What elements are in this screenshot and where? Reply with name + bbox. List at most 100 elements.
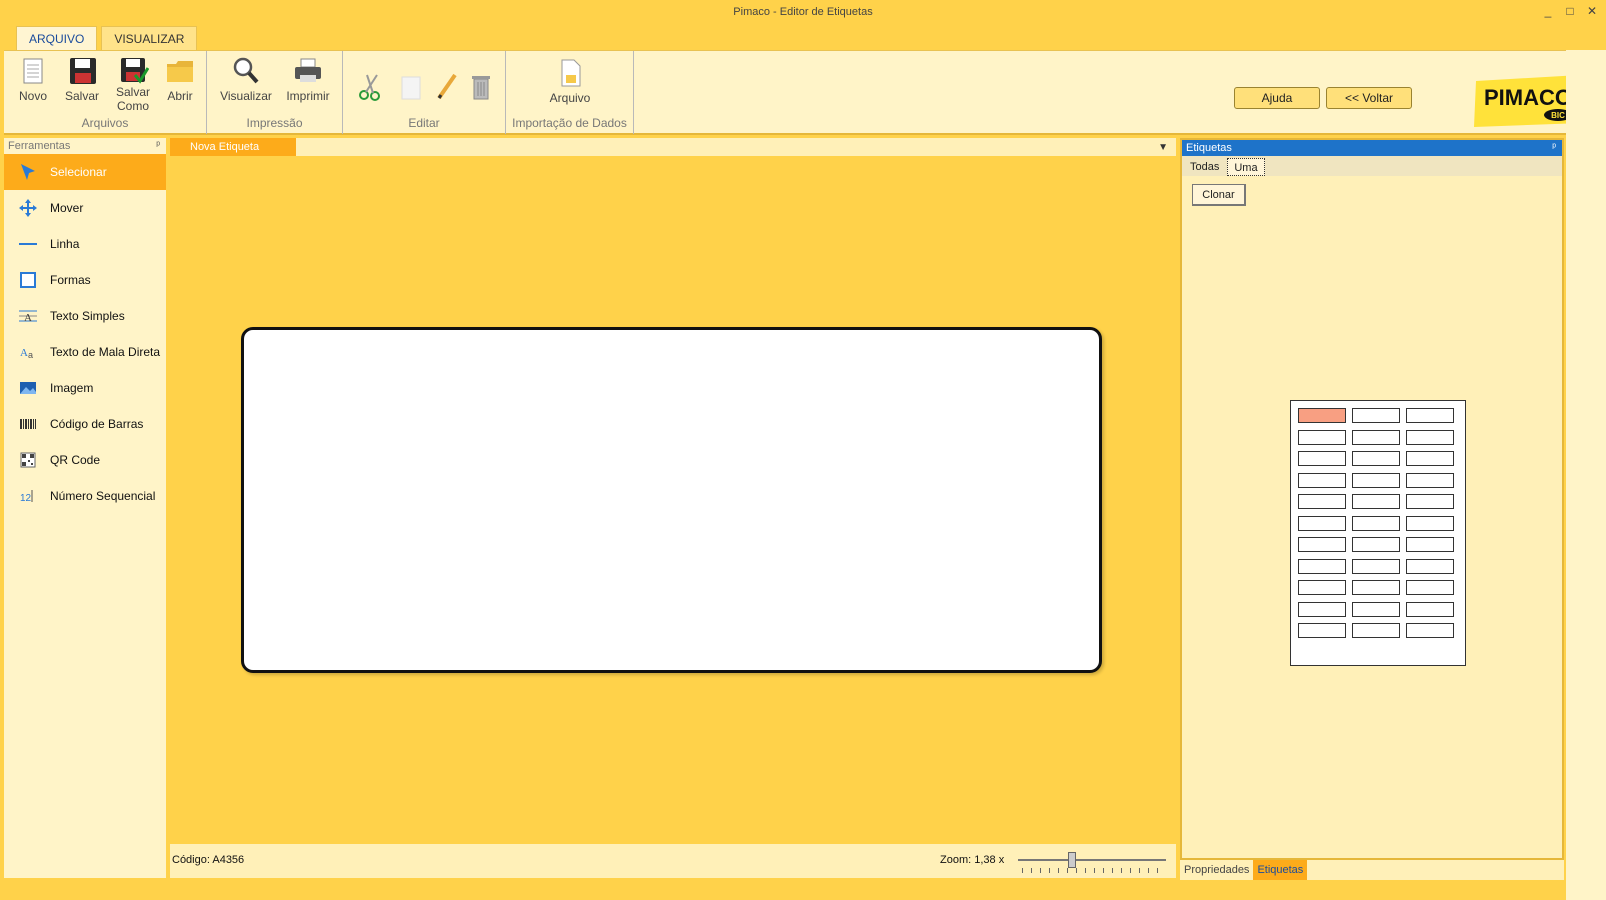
zoom-slider-track (1018, 859, 1166, 861)
tab-todas[interactable]: Todas (1184, 158, 1225, 176)
label-cell[interactable] (1406, 623, 1454, 638)
label-cell[interactable] (1406, 580, 1454, 595)
label-cell[interactable] (1298, 408, 1346, 423)
label-cell[interactable] (1298, 494, 1346, 509)
printer-icon (292, 55, 324, 87)
pin-icon[interactable]: ᵖ (156, 138, 160, 154)
tool-qr-code[interactable]: QR Code (4, 442, 166, 478)
label-cell[interactable] (1352, 472, 1400, 488)
tab-visualizar[interactable]: VISUALIZAR (101, 26, 198, 50)
label-cell[interactable] (1298, 623, 1346, 638)
label-cell[interactable] (1352, 558, 1400, 574)
label-cell[interactable] (1298, 429, 1346, 445)
etiquetas-panel-header: Etiquetas ᵖ (1182, 140, 1562, 156)
save-icon (66, 55, 98, 87)
tool-label: Linha (50, 237, 80, 251)
label-cell[interactable] (1352, 580, 1400, 595)
abrir-label: Abrir (167, 89, 193, 103)
chevron-down-icon[interactable]: ▼ (1158, 142, 1168, 153)
label-cell[interactable] (1352, 623, 1400, 638)
label-cell[interactable] (1352, 494, 1400, 509)
image-icon (18, 378, 38, 398)
magnifier-icon (230, 55, 262, 87)
tab-propriedades[interactable]: Propriedades (1180, 860, 1253, 880)
tool-selecionar[interactable]: Selecionar (4, 154, 166, 190)
tab-nova-etiqueta[interactable]: Nova Etiqueta (170, 138, 296, 156)
label-cell[interactable] (1406, 558, 1454, 574)
bottom-panel-tabs: Propriedades Etiquetas (1180, 860, 1564, 880)
label-cell[interactable] (1406, 472, 1454, 488)
shape-icon (18, 270, 38, 290)
label-cell[interactable] (1298, 451, 1346, 466)
title-bar: Pimaco - Editor de Etiquetas _ □ ✕ (0, 0, 1606, 26)
cut-button[interactable] (355, 71, 385, 103)
tool-label: Mover (50, 201, 84, 215)
tool-imagem[interactable]: Imagem (4, 370, 166, 406)
maximize-button[interactable]: □ (1562, 2, 1578, 20)
label-cell[interactable] (1406, 429, 1454, 445)
tab-uma[interactable]: Uma (1227, 158, 1265, 176)
label-cell[interactable] (1298, 537, 1346, 552)
salvar-como-button[interactable]: Salvar Como (112, 55, 154, 113)
minimize-button[interactable]: _ (1540, 2, 1556, 20)
salvar-como-label-1: Salvar (115, 85, 150, 99)
arquivo-import-button[interactable]: Arquivo (544, 57, 596, 105)
label-cell[interactable] (1406, 408, 1454, 423)
tool-codigo-barras[interactable]: Código de Barras (4, 406, 166, 442)
label-cell[interactable] (1352, 451, 1400, 466)
label-cell[interactable] (1352, 408, 1400, 423)
label-cell[interactable] (1352, 515, 1400, 531)
tab-etiquetas[interactable]: Etiquetas (1253, 860, 1308, 880)
label-cell[interactable] (1352, 601, 1400, 617)
tool-formas[interactable]: Formas (4, 262, 166, 298)
zoom-slider[interactable] (1018, 850, 1166, 874)
label-cell[interactable] (1352, 537, 1400, 552)
label-cell[interactable] (1406, 451, 1454, 466)
abrir-button[interactable]: Abrir (162, 55, 198, 103)
label-canvas[interactable] (241, 327, 1102, 673)
etiquetas-panel-title: Etiquetas (1186, 142, 1232, 154)
tool-texto-mala-direta[interactable]: Aa Texto de Mala Direta (4, 334, 166, 370)
impressao-group-label: Impressão (246, 116, 303, 130)
document-tabs: Nova Etiqueta ▼ (170, 138, 1176, 156)
arquivos-group-label: Arquivos (81, 116, 129, 130)
salvar-button[interactable]: Salvar (62, 55, 102, 103)
tool-label: Texto de Mala Direta (50, 345, 161, 359)
salvar-label: Salvar (64, 89, 99, 103)
label-cell[interactable] (1298, 580, 1346, 595)
tools-panel-title: Ferramentas (8, 140, 71, 152)
label-cell[interactable] (1298, 515, 1346, 531)
delete-button[interactable] (465, 71, 495, 103)
etiquetas-panel: Etiquetas ᵖ Todas Uma Clonar (1180, 138, 1564, 860)
tool-label: Imagem (50, 381, 94, 395)
tool-numero-sequencial[interactable]: 12 Número Sequencial (4, 478, 166, 514)
imprimir-button[interactable]: Imprimir (283, 55, 333, 103)
tool-label: Formas (50, 273, 91, 287)
label-cell[interactable] (1298, 472, 1346, 488)
voltar-button[interactable]: << Voltar (1326, 87, 1412, 109)
ribbon-group-impressao: Visualizar Imprimir Impressão (207, 51, 343, 134)
clonar-button[interactable]: Clonar (1192, 184, 1246, 206)
zoom-slider-thumb[interactable] (1068, 852, 1076, 868)
label-cell[interactable] (1406, 601, 1454, 617)
label-cell[interactable] (1352, 429, 1400, 445)
tool-label: Texto Simples (50, 309, 125, 323)
close-button[interactable]: ✕ (1584, 2, 1600, 20)
label-cell[interactable] (1298, 558, 1346, 574)
tool-texto-simples[interactable]: A Texto Simples (4, 298, 166, 334)
novo-button[interactable]: Novo (16, 55, 50, 103)
edit-button[interactable] (431, 71, 461, 103)
visualizar-button[interactable]: Visualizar (219, 55, 273, 103)
label-cell[interactable] (1406, 515, 1454, 531)
label-cell[interactable] (1406, 494, 1454, 509)
ajuda-button[interactable]: Ajuda (1234, 87, 1320, 109)
tool-mover[interactable]: Mover (4, 190, 166, 226)
label-cell[interactable] (1298, 601, 1346, 617)
copy-button[interactable] (395, 71, 425, 103)
tab-arquivo[interactable]: ARQUIVO (16, 26, 98, 50)
pin-icon[interactable]: ᵖ (1552, 140, 1556, 156)
tool-linha[interactable]: Linha (4, 226, 166, 262)
save-as-icon (117, 55, 150, 87)
label-sheet-preview (1290, 400, 1466, 666)
label-cell[interactable] (1406, 537, 1454, 552)
